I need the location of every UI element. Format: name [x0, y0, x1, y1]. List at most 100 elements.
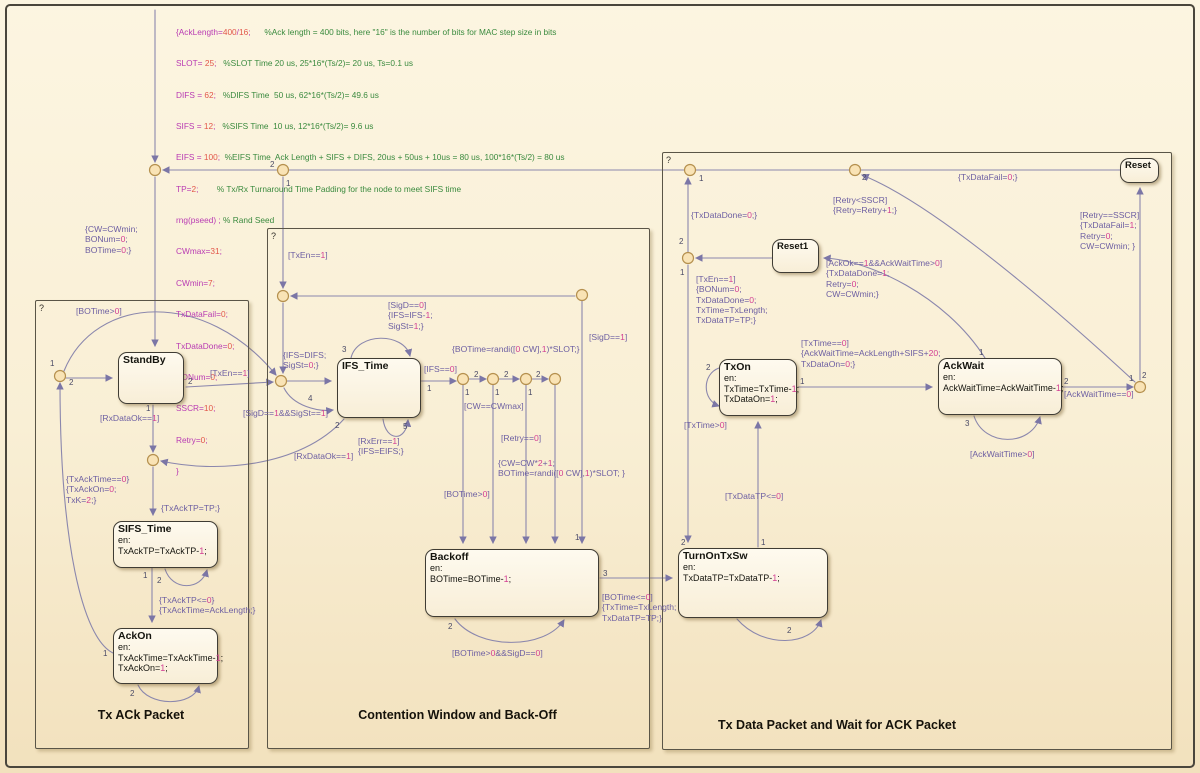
transition-label[interactable]: {CW=CWmin;BONum=0;BOTime=0;} [85, 224, 138, 255]
branch-number: 1 [103, 649, 107, 658]
branch-number: 3 [603, 569, 607, 578]
branch-number: 2 [474, 370, 478, 379]
annotation-line: EIFS = 100; %EIFS Time Ack Length + SIFS… [176, 152, 565, 162]
state-reset[interactable]: Reset [1120, 158, 1159, 183]
branch-number: 2 [188, 377, 192, 386]
transition-label[interactable]: {TxDataFail=0;} [958, 172, 1017, 182]
transition-label[interactable]: [AckWaitTime==0] [1064, 389, 1134, 399]
transition-label[interactable]: {BOTime=randi([0 CW],1)*SLOT;} [452, 344, 579, 354]
branch-number: 4 [308, 394, 312, 403]
question-badge: ? [39, 303, 44, 313]
state-ackon[interactable]: AckOn en:TxAckTime=TxAckTime-1;TxAckOn=1… [113, 628, 218, 684]
state-standby[interactable]: StandBy [118, 352, 184, 404]
box-title-tx-ack: Tx ACk Packet [35, 708, 247, 722]
box-title-tx-data: Tx Data Packet and Wait for ACK Packet [662, 718, 1012, 732]
transition-label[interactable]: [RxDataOk==1] [294, 451, 353, 461]
state-txon[interactable]: TxOn en:TxTime=TxTime-1;TxDataOn=1; [719, 359, 797, 416]
branch-number: 3 [965, 419, 969, 428]
branch-number: 5 [403, 422, 407, 431]
state-ifs-time[interactable]: IFS_Time [337, 358, 421, 418]
transition-label[interactable]: {CW=CW*2+1;BOTime=randi([0 CW],1)*SLOT; … [498, 458, 625, 479]
transition-label[interactable]: [RxDataOk==1] [100, 413, 159, 423]
branch-number: 2 [448, 622, 452, 631]
annotation-line: {AckLength=400/16; %Ack length = 400 bit… [176, 27, 565, 37]
annotation-line: TP=2; % Tx/Rx Turnaround Time Padding fo… [176, 184, 565, 194]
state-body: en:TxAckTime=TxAckTime-1;TxAckOn=1; [118, 642, 213, 674]
state-ackwait[interactable]: AckWait en:AckWaitTime=AckWaitTime-1; [938, 358, 1062, 415]
question-badge: ? [666, 155, 671, 165]
state-name: Reset [1125, 160, 1154, 171]
transition-label[interactable]: [TxDataTP<=0] [725, 491, 783, 501]
transition-label[interactable]: [TxTime==0]{AckWaitTime=AckLength+SIFS+2… [801, 338, 941, 369]
branch-number: 2 [1064, 377, 1068, 386]
transition-label[interactable]: {IFS=DIFS;SigSt=0;} [283, 350, 326, 371]
annotation-line: DIFS = 62; %DIFS Time 50 us, 62*16*(Ts/2… [176, 90, 565, 100]
branch-number: 2 [270, 160, 274, 169]
branch-number: 2 [681, 538, 685, 547]
state-name: Backoff [430, 551, 594, 563]
transition-label[interactable]: [Retry==0] [501, 433, 541, 443]
branch-number: 2 [130, 689, 134, 698]
state-name: TurnOnTxSw [683, 550, 823, 562]
transition-label[interactable]: [SigD==1] [589, 332, 627, 342]
annotation-line: rng(pseed) ; % Rand Seed [176, 215, 565, 225]
branch-number: 2 [679, 237, 683, 246]
transition-label[interactable]: {TxAckTP<=0}{TxAckTime=AckLength;} [159, 595, 255, 616]
transition-label[interactable]: [BOTime>0] [76, 306, 122, 316]
state-reset1[interactable]: Reset1 [772, 239, 819, 273]
branch-number: 1 [427, 384, 431, 393]
transition-label[interactable]: [RxErr==1]{IFS=EIFS;} [358, 436, 404, 457]
transition-label[interactable]: [TxEn==1] [288, 250, 328, 260]
branch-number: 2 [706, 363, 710, 372]
transition-label[interactable]: [TxEn==1]{BONum=0;TxDataDone=0;TxTime=Tx… [696, 274, 768, 325]
state-turnontxsw[interactable]: TurnOnTxSw en:TxDataTP=TxDataTP-1; [678, 548, 828, 618]
transition-label[interactable]: [TxTime>0] [684, 420, 727, 430]
branch-number: 1 [699, 174, 703, 183]
transition-label[interactable]: [AckWaitTime>0] [970, 449, 1035, 459]
branch-number: 1 [1129, 374, 1133, 383]
branch-number: 1 [50, 359, 54, 368]
transition-label[interactable]: [TxEn==1] [210, 368, 250, 378]
branch-number: 1 [575, 533, 579, 542]
branch-number: 1 [146, 404, 150, 413]
branch-number: 1 [286, 179, 290, 188]
branch-number: 1 [761, 538, 765, 547]
transition-label[interactable]: [Retry<SSCR]{Retry=Retry+1;} [833, 195, 897, 216]
stateflow-canvas: ? ? ? Tx ACk Packet Contention Window an… [0, 0, 1200, 773]
branch-number: 1 [465, 388, 469, 397]
state-name: StandBy [123, 354, 179, 366]
state-sifs-time[interactable]: SIFS_Time en:TxAckTP=TxAckTP-1; [113, 521, 218, 568]
state-backoff[interactable]: Backoff en:BOTime=BOTime-1; [425, 549, 599, 617]
branch-number: 2 [536, 370, 540, 379]
transition-label[interactable]: [CW==CWmax] [464, 401, 524, 411]
branch-number: 1 [680, 268, 684, 277]
branch-number: 2 [504, 370, 508, 379]
state-name: Reset1 [777, 241, 814, 252]
branch-number: 1 [800, 377, 804, 386]
annotation-line: CWmin=7; [176, 278, 565, 288]
annotation-line: TxDataFail=0; [176, 309, 565, 319]
transition-label[interactable]: {TxDataDone=0;} [691, 210, 757, 220]
transition-label[interactable]: [BOTime>0] [444, 489, 490, 499]
transition-label[interactable]: {TxAckTime==0}{TxAckOn=0;TxK=2;} [66, 474, 129, 505]
branch-number: 2 [157, 576, 161, 585]
state-body: en:TxDataTP=TxDataTP-1; [683, 562, 823, 583]
transition-label[interactable]: [SigD==1&&SigSt==1] [243, 408, 328, 418]
transition-label[interactable]: {TxAckTP=TP;} [161, 503, 220, 513]
transition-label[interactable]: [Retry==SSCR]{TxDataFail=1;Retry=0;CW=CW… [1080, 210, 1139, 251]
transition-label[interactable]: [BOTime<=0]{TxTime=TxLength;TxDataTP=TP;… [602, 592, 676, 623]
state-body: en:BOTime=BOTime-1; [430, 563, 594, 584]
transition-label[interactable]: [IFS==0] [424, 364, 457, 374]
branch-number: 1 [143, 571, 147, 580]
transition-label[interactable]: [BOTime>0&&SigD==0] [452, 648, 543, 658]
chart-annotation[interactable]: {AckLength=400/16; %Ack length = 400 bit… [176, 6, 565, 497]
branch-number: 2 [1142, 371, 1146, 380]
annotation-line: SIFS = 12; %SIFS Time 10 us, 12*16*(Ts/2… [176, 121, 565, 131]
state-body: en:TxAckTP=TxAckTP-1; [118, 535, 213, 556]
annotation-line: SLOT= 25; %SLOT Time 20 us, 25*16*(Ts/2)… [176, 58, 565, 68]
state-name: AckWait [943, 360, 1057, 372]
state-name: IFS_Time [342, 360, 416, 372]
transition-label[interactable]: [AckOk==1&&AckWaitTime>0]{TxDataDone=1;R… [826, 258, 942, 299]
branch-number: 3 [342, 345, 346, 354]
transition-label[interactable]: [SigD==0]{IFS=IFS-1;SigSt=1;} [388, 300, 433, 331]
